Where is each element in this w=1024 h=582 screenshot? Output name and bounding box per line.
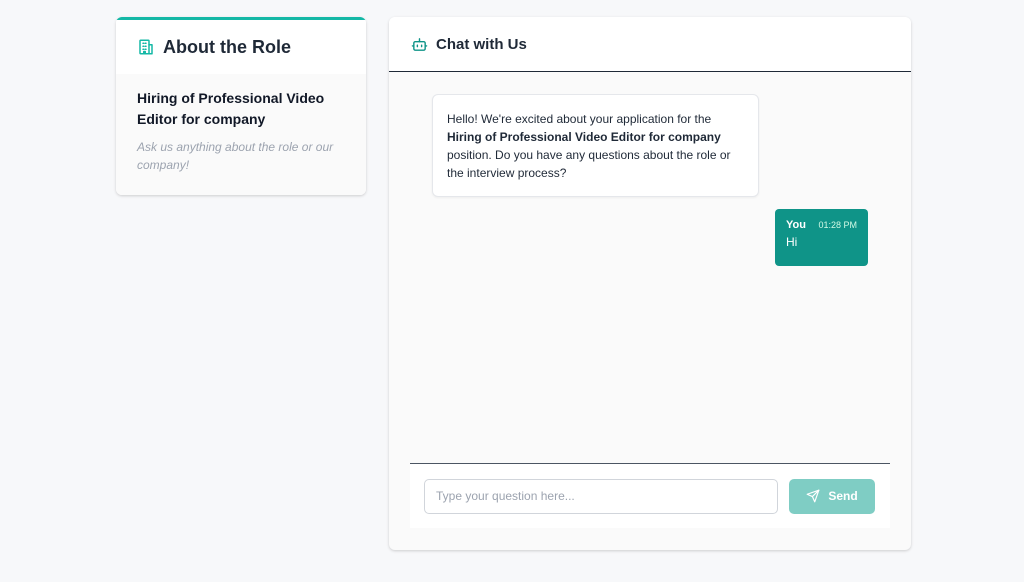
about-role-title: About the Role xyxy=(163,36,291,57)
send-button[interactable]: Send xyxy=(789,478,875,514)
building-icon xyxy=(137,38,155,56)
message-list[interactable]: Hello! We're excited about your applicat… xyxy=(389,72,911,464)
question-input[interactable] xyxy=(424,478,778,514)
chat-card: Chat with Us Hello! We're excited about … xyxy=(389,17,911,550)
send-label: Send xyxy=(828,489,858,503)
bot-message-position: Hiring of Professional Video Editor for … xyxy=(447,130,721,144)
user-message-meta: You 01:28 PM xyxy=(786,219,857,231)
about-role-body: Hiring of Professional Video Editor for … xyxy=(116,74,366,195)
job-title: Hiring of Professional Video Editor for … xyxy=(137,90,325,127)
robot-icon xyxy=(411,36,428,53)
user-message-time: 01:28 PM xyxy=(818,220,857,230)
paper-plane-icon xyxy=(806,489,820,503)
chat-title: Chat with Us xyxy=(436,35,527,53)
about-role-header: About the Role xyxy=(116,20,366,74)
bot-message-outro: position. Do you have any questions abou… xyxy=(447,148,731,180)
user-message-sender: You xyxy=(786,219,806,231)
user-message: You 01:28 PM Hi xyxy=(775,209,868,266)
chat-input-bar: Send xyxy=(410,463,890,528)
chat-header: Chat with Us xyxy=(389,17,911,72)
about-role-card: About the Role Hiring of Professional Vi… xyxy=(116,17,366,195)
bot-message: Hello! We're excited about your applicat… xyxy=(432,94,759,197)
role-hint: Ask us anything about the role or our co… xyxy=(137,140,334,172)
user-message-text: Hi xyxy=(786,235,798,249)
bot-message-intro: Hello! We're excited about your applicat… xyxy=(447,112,712,126)
